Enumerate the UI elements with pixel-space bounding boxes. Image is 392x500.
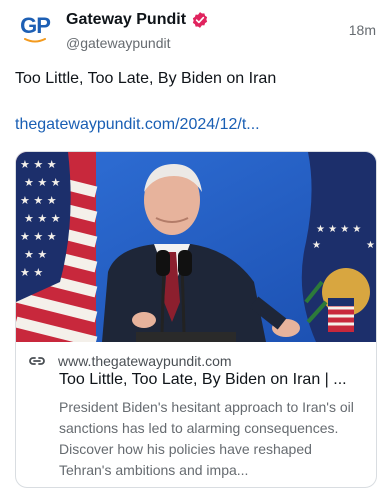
svg-text:★ ★ ★: ★ ★ ★: [20, 194, 57, 207]
svg-text:★ ★ ★: ★ ★ ★: [20, 230, 57, 243]
card-title[interactable]: Too Little, Too Late, By Biden on Iran |…: [59, 371, 367, 389]
post-link[interactable]: thegatewaypundit.com/2024/12/t...: [15, 116, 260, 134]
svg-text:★ ★ ★: ★ ★ ★: [24, 212, 61, 225]
svg-text:★: ★: [312, 240, 321, 251]
svg-text:★ ★ ★: ★ ★ ★: [24, 176, 61, 189]
card-domain-row: www.thegatewaypundit.com: [28, 353, 232, 369]
svg-text:★: ★: [366, 240, 375, 251]
author-display-name[interactable]: Gateway Pundit: [66, 11, 186, 29]
link-preview-card[interactable]: ★ ★ ★ ★ ★ ★ ★ ★ ★ ★ ★ ★ ★ ★ ★ ★ ★ ★ ★ ★ …: [15, 151, 377, 488]
svg-text:★ ★: ★ ★: [24, 248, 47, 261]
author-info: Gateway Pundit @gatewaypundit: [66, 9, 209, 51]
svg-text:★ ★: ★ ★: [20, 266, 43, 279]
avatar-swoosh-icon: [24, 38, 46, 43]
avatar[interactable]: GP: [15, 9, 55, 49]
post-timestamp[interactable]: 18m: [349, 22, 376, 38]
post-card[interactable]: GP Gateway Pundit @gatewaypundit 18m Too…: [0, 0, 392, 500]
post-text: Too Little, Too Late, By Biden on Iran: [15, 70, 277, 87]
verified-badge-icon: [192, 12, 208, 28]
author-handle[interactable]: @gatewaypundit: [66, 35, 209, 51]
card-description: President Biden's hesitant approach to I…: [59, 399, 354, 478]
card-photo-podium-speaker: ★ ★ ★ ★ ★ ★ ★ ★ ★ ★ ★ ★ ★ ★ ★ ★ ★ ★ ★ ★ …: [16, 152, 376, 342]
link-icon: [29, 357, 45, 365]
card-image[interactable]: ★ ★ ★ ★ ★ ★ ★ ★ ★ ★ ★ ★ ★ ★ ★ ★ ★ ★ ★ ★ …: [16, 152, 376, 342]
card-domain: www.thegatewaypundit.com: [58, 353, 232, 369]
svg-text:★ ★ ★: ★ ★ ★: [20, 158, 57, 171]
svg-text:★ ★ ★ ★: ★ ★ ★ ★: [316, 224, 361, 235]
avatar-logo-text: GP: [20, 13, 51, 38]
